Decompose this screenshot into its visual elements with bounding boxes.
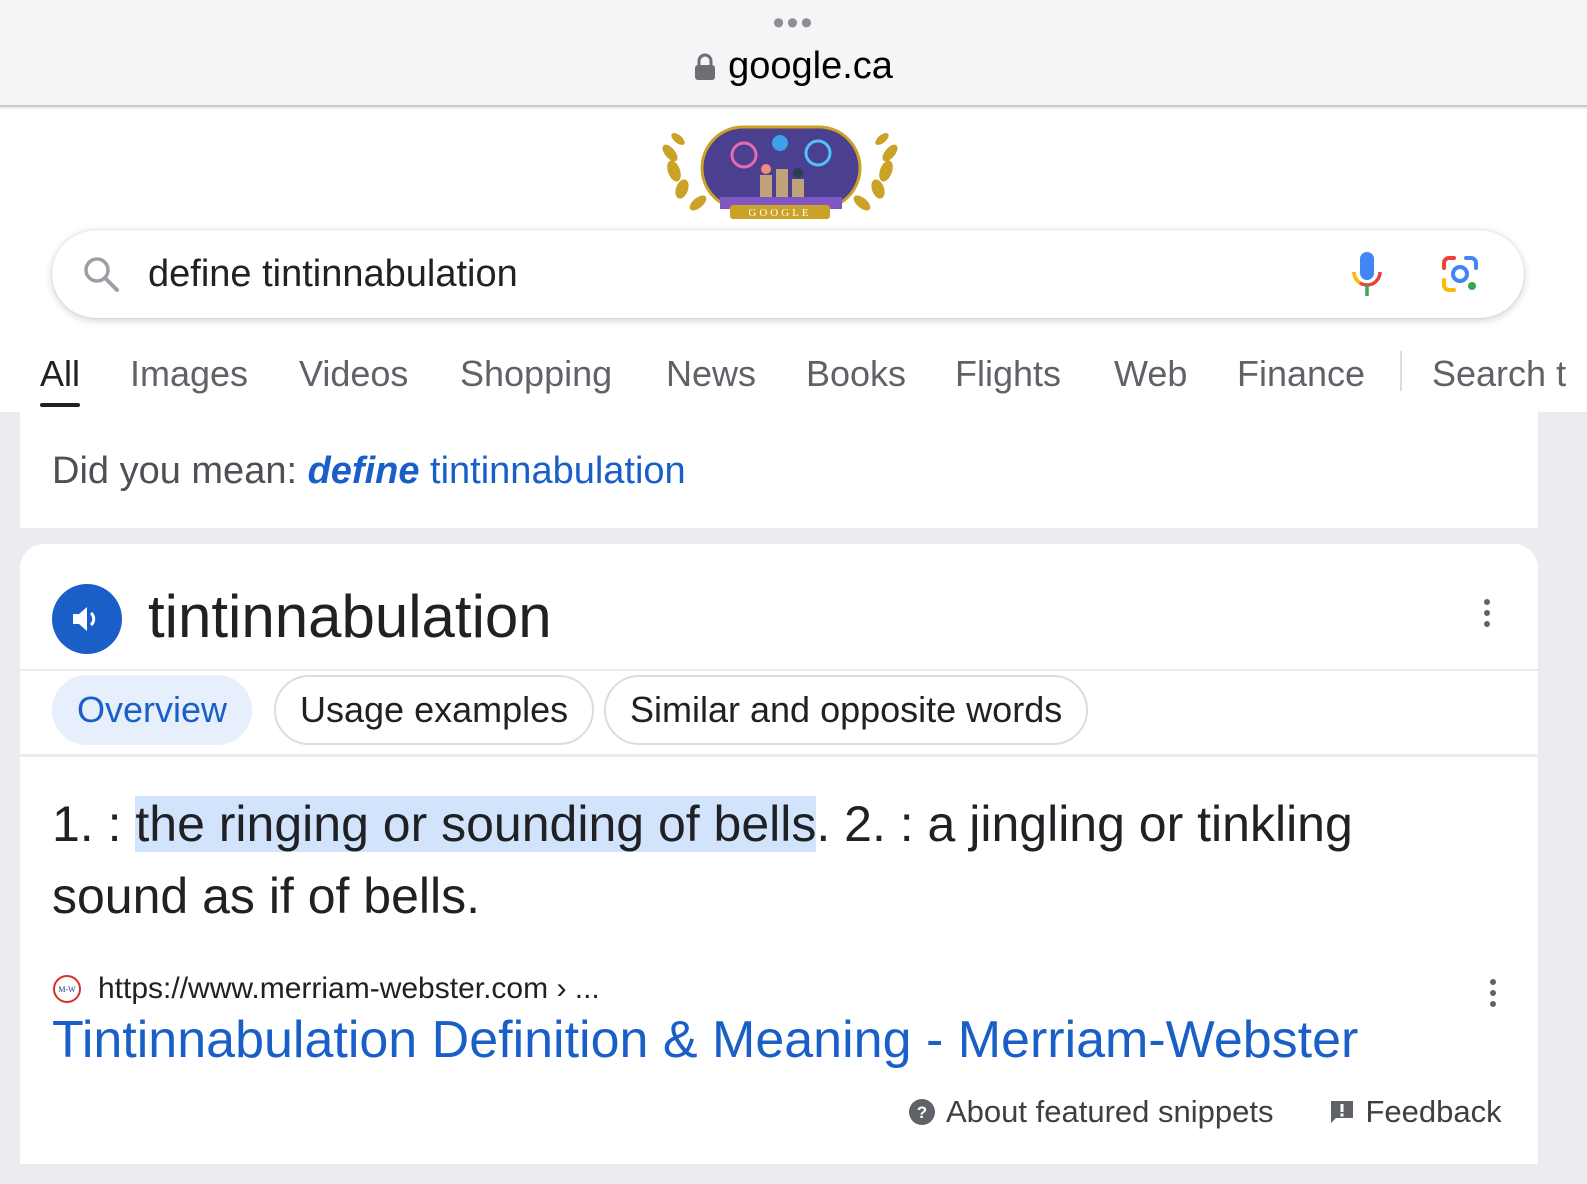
did-you-mean-bold-word: define	[307, 450, 420, 492]
search-box[interactable]: define tintinnabulation	[52, 230, 1524, 318]
tab-videos[interactable]: Videos	[299, 351, 408, 397]
google-lens-icon[interactable]	[1440, 254, 1480, 294]
definition-text-before: 1. :	[52, 796, 136, 852]
tab-all[interactable]: All	[40, 351, 81, 407]
address-url-text: google.ca	[728, 45, 893, 87]
snippet-footer: ? About featured snippets Feedback	[908, 1092, 1502, 1132]
pronunciation-button[interactable]	[52, 584, 122, 654]
did-you-mean: Did you mean: define tintinnabulation	[52, 448, 686, 494]
tab-flights[interactable]: Flights	[955, 351, 1061, 397]
speaker-icon	[73, 607, 96, 631]
definition-card: tintinnabulation Overview Usage examples…	[20, 544, 1538, 1164]
chip-overview[interactable]: Overview	[52, 675, 253, 745]
search-input[interactable]: define tintinnabulation	[148, 252, 518, 296]
result-title-link[interactable]: Tintinnabulation Definition & Meaning - …	[52, 1010, 1358, 1070]
tab-news[interactable]: News	[666, 351, 756, 397]
did-you-mean-link[interactable]: define tintinnabulation	[308, 450, 686, 492]
did-you-mean-prefix: Did you mean:	[52, 450, 298, 492]
about-featured-snippets-link[interactable]: About featured snippets	[946, 1094, 1273, 1130]
tab-shopping[interactable]: Shopping	[460, 351, 612, 397]
did-you-mean-card: Did you mean: define tintinnabulation	[20, 412, 1538, 528]
google-doodle[interactable]: GOOGLE	[660, 121, 900, 221]
tab-search-tools[interactable]: Search t	[1432, 351, 1566, 397]
feedback-link[interactable]: Feedback	[1365, 1094, 1501, 1130]
source-url: https://www.merriam-webster.com › ...	[98, 972, 600, 1005]
search-header: GOOGLE define tintinnabulation All Image…	[0, 109, 1587, 412]
more-options-icon[interactable]	[1472, 594, 1502, 634]
search-icon	[84, 257, 119, 292]
svg-text:?: ?	[917, 1103, 927, 1122]
chip-usage-examples[interactable]: Usage examples	[274, 675, 595, 745]
microphone-icon[interactable]	[1350, 250, 1384, 298]
search-tabs: All Images Videos Shopping News Books Fl…	[0, 351, 1587, 411]
doodle-text: GOOGLE	[748, 207, 811, 219]
definition-highlight: the ringing or sounding of bells	[135, 796, 817, 852]
tab-images[interactable]: Images	[130, 351, 248, 397]
tabs-divider	[1400, 351, 1402, 391]
favicon-text: M-W	[58, 985, 76, 994]
chip-similar-opposite-words[interactable]: Similar and opposite words	[604, 675, 1089, 745]
help-icon: ?	[909, 1099, 935, 1125]
divider	[20, 754, 1538, 757]
browser-address-bar: ••• google.ca	[0, 0, 1587, 107]
result-more-options-icon[interactable]	[1480, 976, 1506, 1010]
lock-icon	[695, 53, 716, 80]
tab-web[interactable]: Web	[1114, 351, 1187, 397]
feedback-icon	[1331, 1101, 1354, 1123]
tab-books[interactable]: Books	[806, 351, 906, 397]
address-field[interactable]: google.ca	[0, 45, 1587, 88]
more-dots-icon[interactable]: •••	[0, 6, 1587, 40]
tab-finance[interactable]: Finance	[1237, 351, 1365, 397]
merriam-webster-favicon: M-W	[53, 975, 81, 1003]
definition-word: tintinnabulation	[148, 583, 552, 650]
did-you-mean-rest: tintinnabulation	[419, 450, 686, 492]
source-row[interactable]: M-W https://www.merriam-webster.com › ..…	[52, 972, 600, 1006]
definition-text: 1. : the ringing or sounding of bells. 2…	[52, 788, 1492, 932]
divider	[20, 669, 1538, 671]
